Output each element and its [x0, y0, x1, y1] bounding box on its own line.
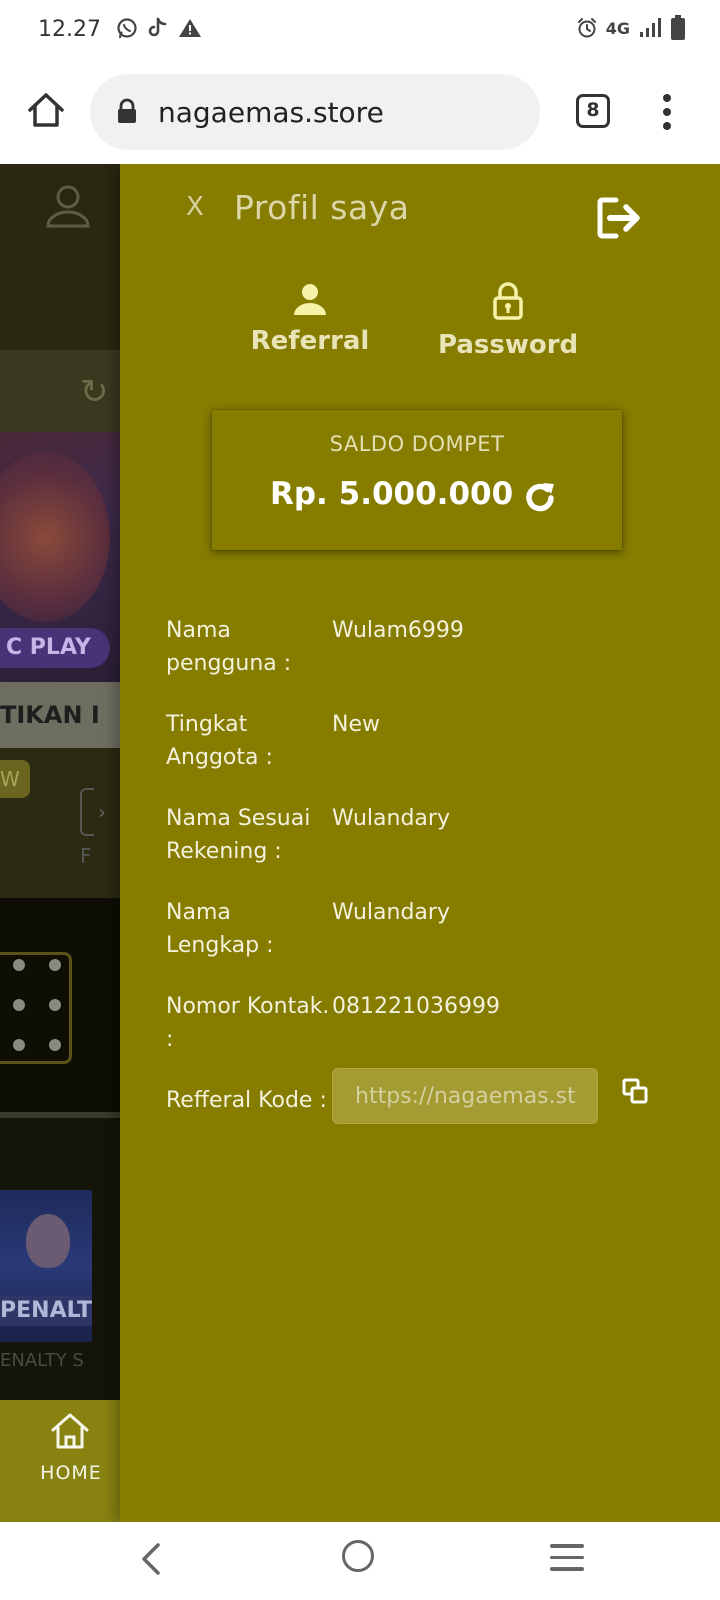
address-bar[interactable]: nagaemas.store: [90, 74, 540, 150]
announcement-strip: TIKAN I: [0, 682, 120, 748]
home-button[interactable]: [342, 1540, 374, 1572]
system-navigation-bar: [0, 1522, 720, 1600]
status-bar: 12.27 4G: [0, 0, 720, 62]
whatsapp-icon: [117, 18, 137, 39]
background-section: W › F: [0, 748, 120, 898]
secure-lock-icon: [118, 98, 136, 123]
background-games: PENALT ENALTY S: [0, 1118, 120, 1400]
battery-icon: [671, 15, 685, 40]
info-label: Tingkat Anggota :: [166, 712, 273, 770]
tab-label: Referral: [250, 326, 370, 356]
info-value: 081221036999: [332, 994, 500, 1019]
info-label: Refferal Kode :: [166, 1088, 327, 1113]
home-label: HOME: [40, 1462, 102, 1484]
lock-icon: [493, 282, 523, 320]
recents-button[interactable]: [550, 1544, 584, 1579]
background-promo: [0, 898, 120, 1112]
bottom-nav-home[interactable]: HOME: [0, 1400, 120, 1522]
close-button[interactable]: X: [186, 192, 204, 222]
tab-referral[interactable]: Referral: [250, 282, 370, 356]
marquee-frame: [0, 952, 72, 1064]
info-label: Nama Sesuai Rekening :: [166, 806, 311, 864]
info-value: Wulam6999: [332, 618, 464, 643]
background-page: ↻ C PLAY TIKAN I W › F PENALT ENALTY S H…: [0, 164, 120, 1522]
status-notification-icons: [116, 17, 202, 39]
refresh-icon[interactable]: [522, 480, 558, 516]
web-content: ↻ C PLAY TIKAN I W › F PENALT ENALTY S H…: [0, 164, 720, 1522]
tiktok-icon: [148, 17, 167, 37]
profile-panel: X Profil saya Referral Password SALDO DO…: [120, 164, 720, 1522]
status-time: 12.27: [38, 17, 101, 42]
game-thumbnail[interactable]: PENALT: [0, 1190, 92, 1342]
copy-icon[interactable]: [622, 1078, 648, 1104]
tab-password[interactable]: Password: [438, 282, 578, 360]
tab-label: Password: [438, 330, 579, 360]
logout-icon[interactable]: [596, 196, 642, 240]
background-header: [0, 164, 120, 350]
info-label: Nomor Kontak. :: [166, 994, 330, 1052]
wallet-card: SALDO DOMPET Rp. 5.000.000: [212, 410, 622, 550]
alarm-icon: [577, 18, 596, 38]
game-caption: ENALTY S: [0, 1350, 84, 1371]
wallet-label: SALDO DOMPET: [329, 432, 505, 456]
account-icon[interactable]: [44, 182, 92, 230]
warning-icon: [179, 19, 201, 37]
browser-home-icon[interactable]: [26, 90, 66, 130]
background-label: F: [80, 844, 92, 868]
referral-code-input[interactable]: [332, 1068, 598, 1124]
url-text: nagaemas.store: [158, 96, 384, 129]
refresh-icon[interactable]: ↻: [80, 372, 109, 412]
tab-switcher-button[interactable]: 8: [576, 94, 610, 128]
user-icon: [294, 284, 326, 315]
info-label: Nama Lengkap :: [166, 900, 274, 958]
info-value: Wulandary: [332, 806, 450, 831]
background-balance-bar: ↻: [0, 350, 120, 432]
wallet-balance: Rp. 5.000.000: [270, 476, 514, 512]
game-provider-label: C PLAY: [0, 628, 110, 668]
game-title-banner: PENALT: [0, 1296, 92, 1326]
status-system-icons: 4G: [576, 15, 686, 41]
info-value: Wulandary: [332, 900, 450, 925]
home-icon: [51, 1413, 89, 1449]
signal-icon: [640, 18, 661, 37]
chevron-right-icon[interactable]: ›: [98, 800, 106, 824]
info-label: Nama pengguna :: [166, 618, 292, 676]
game-thumbnail[interactable]: C PLAY: [0, 432, 120, 682]
new-badge: W: [0, 760, 30, 798]
more-vert-icon[interactable]: [660, 92, 674, 132]
panel-title: Profil saya: [234, 188, 410, 227]
back-icon[interactable]: [140, 1542, 162, 1576]
browser-toolbar: nagaemas.store 8: [0, 62, 720, 164]
network-type: 4G: [605, 18, 630, 38]
info-value: New: [332, 712, 380, 737]
